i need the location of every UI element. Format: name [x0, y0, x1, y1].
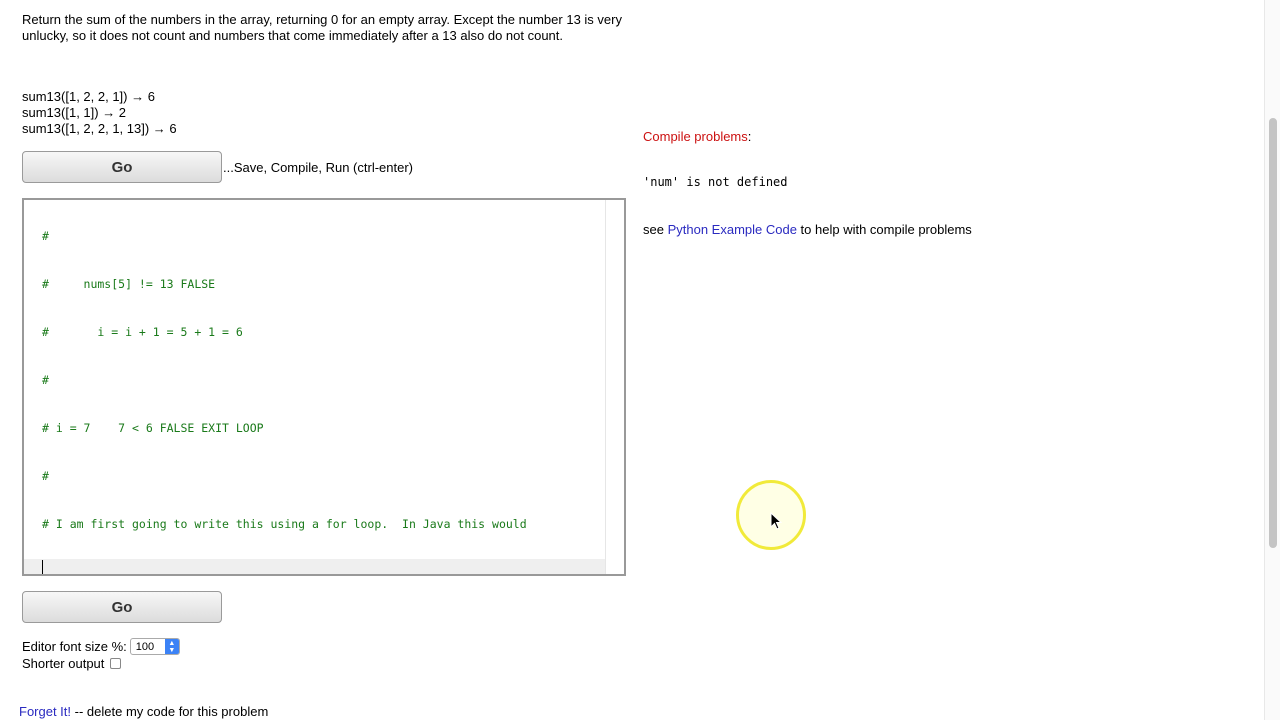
example-item: sum13([1, 2, 2, 1, 13]) → 6	[22, 121, 177, 136]
problem-description: Return the sum of the numbers in the arr…	[22, 12, 622, 43]
code-line: # nums[5] != 13 FALSE	[42, 277, 216, 291]
code-text[interactable]: # # nums[5] != 13 FALSE # i = i + 1 = 5 …	[42, 200, 527, 574]
compile-problems-title: Compile problems	[643, 129, 748, 144]
go-row-top: Go ...Save, Compile, Run (ctrl-enter)	[22, 151, 413, 183]
python-example-code-link[interactable]: Python Example Code	[668, 222, 797, 237]
forget-row: Forget It! -- delete my code for this pr…	[19, 704, 268, 719]
shorter-output-row: Shorter output	[22, 656, 122, 671]
forget-text: -- delete my code for this problem	[71, 704, 269, 719]
go-button[interactable]: Go	[22, 151, 222, 183]
active-line	[24, 559, 605, 574]
compile-problems-heading: Compile problems:	[643, 129, 751, 144]
font-size-select[interactable]: 100 ▲ ▼	[129, 638, 180, 655]
help-prefix: see	[643, 222, 668, 237]
go-row-bottom: Go	[22, 591, 222, 623]
shorter-output-label: Shorter output	[22, 656, 105, 671]
editor-margin-line	[605, 200, 606, 574]
example-item: sum13([1, 2, 2, 1]) → 6	[22, 89, 155, 104]
page-scrollbar[interactable]	[1264, 0, 1280, 720]
font-size-row: Editor font size %: 100 ▲ ▼	[22, 638, 180, 655]
code-line: # i = 7 7 < 6 FALSE EXIT LOOP	[42, 421, 264, 435]
page: Return the sum of the numbers in the arr…	[0, 0, 1280, 720]
forget-it-link[interactable]: Forget It!	[19, 704, 71, 719]
help-suffix: to help with compile problems	[796, 222, 972, 237]
chevron-up-down-icon: ▲ ▼	[164, 639, 179, 654]
code-line: #	[42, 373, 49, 387]
compile-colon: :	[747, 129, 752, 144]
error-message: 'num' is not defined	[643, 175, 788, 189]
font-size-label: Editor font size %:	[22, 639, 127, 654]
example-item: sum13([1, 1]) → 2	[22, 105, 127, 120]
code-line: #	[42, 469, 49, 483]
font-size-value: 100	[135, 640, 155, 653]
code-editor[interactable]: # # nums[5] != 13 FALSE # i = i + 1 = 5 …	[22, 198, 626, 576]
mouse-pointer-icon	[770, 512, 782, 530]
help-row: see Python Example Code to help with com…	[643, 222, 972, 237]
code-line: # i = i + 1 = 5 + 1 = 6	[42, 325, 243, 339]
code-line: # I am first going to write this using a…	[42, 517, 527, 531]
go-hint: ...Save, Compile, Run (ctrl-enter)	[223, 159, 414, 175]
text-caret	[42, 560, 43, 574]
scrollbar-thumb[interactable]	[1269, 118, 1277, 548]
code-line: #	[42, 229, 49, 243]
shorter-output-checkbox[interactable]	[110, 658, 122, 669]
go-button[interactable]: Go	[22, 591, 222, 623]
examples-list: sum13([1, 2, 2, 1]) → 6 sum13([1, 1]) → …	[22, 89, 177, 137]
